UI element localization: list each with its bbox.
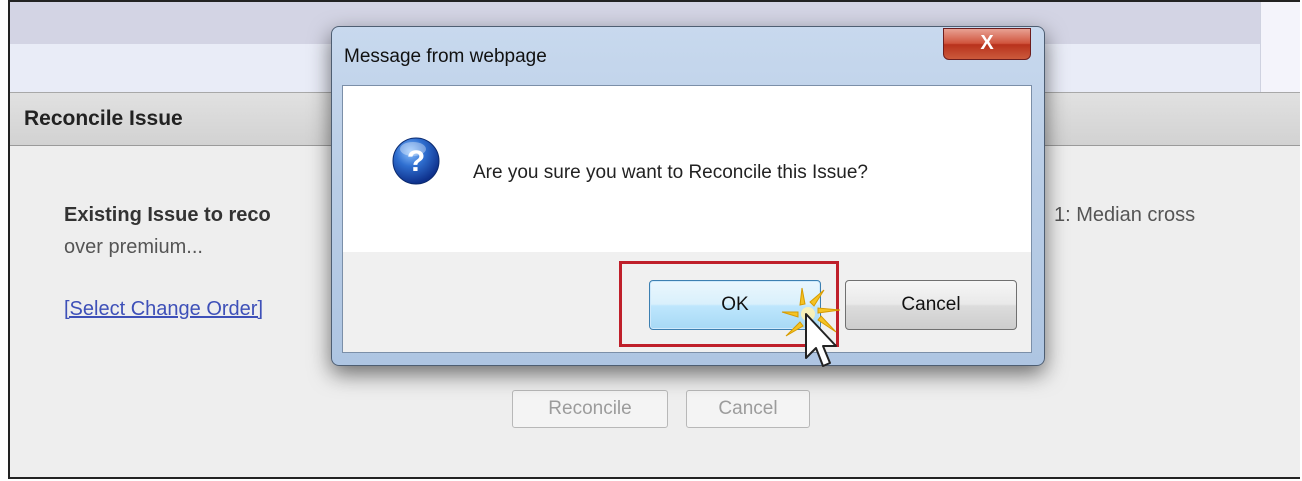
existing-issue-title: 1: Median cross — [1054, 204, 1196, 226]
dialog-message: Are you sure you want to Reconcile this … — [473, 162, 868, 183]
dialog-cancel-button[interactable]: Cancel — [845, 280, 1017, 330]
dialog-message-area: ? Are you sure you want to Reconcile thi… — [343, 86, 1031, 252]
existing-issue-description: over premium... — [64, 236, 203, 258]
panel-title: Reconcile Issue — [24, 107, 183, 130]
dialog-title: Message from webpage — [344, 46, 547, 67]
close-button[interactable]: X — [943, 28, 1031, 60]
existing-issue-label: Existing Issue to reco — [64, 204, 271, 226]
page-cancel-button[interactable]: Cancel — [686, 390, 810, 428]
top-right-panel — [1260, 2, 1300, 92]
close-icon: X — [980, 32, 994, 54]
reconcile-button[interactable]: Reconcile — [512, 390, 668, 428]
svg-text:?: ? — [407, 145, 425, 178]
select-change-order-link[interactable]: [Select Change Order] — [64, 298, 263, 321]
question-icon: ? — [392, 137, 440, 185]
mouse-pointer-click-icon — [781, 287, 841, 367]
